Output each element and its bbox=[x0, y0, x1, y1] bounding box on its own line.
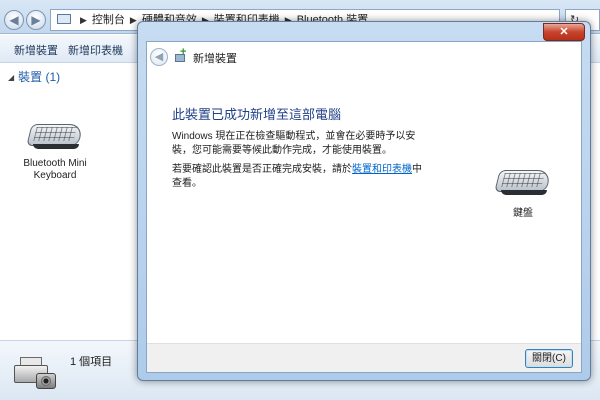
device-label: Bluetooth Mini Keyboard bbox=[23, 158, 87, 181]
dialog-footer: 關閉(C) bbox=[147, 343, 581, 372]
dialog-title: 新增裝置 bbox=[193, 53, 237, 65]
breadcrumb-separator-icon: ▶ bbox=[129, 15, 137, 25]
dialog-header: ◀ + 新增裝置 bbox=[147, 42, 581, 69]
group-header-label: 裝置 (1) bbox=[18, 70, 61, 84]
breadcrumb-separator-icon: ▶ bbox=[80, 15, 87, 25]
devices-group-header[interactable]: ◢ 裝置 (1) bbox=[8, 68, 60, 85]
printer-camera-icon bbox=[14, 353, 58, 395]
back-button[interactable]: ◀ bbox=[4, 10, 24, 30]
dialog-back-button[interactable]: ◀ bbox=[150, 48, 168, 66]
keyboard-icon bbox=[494, 164, 552, 200]
collapse-triangle-icon: ◢ bbox=[8, 73, 15, 82]
close-button[interactable]: 關閉(C) bbox=[525, 349, 573, 368]
add-printer-button[interactable]: 新增印表機 bbox=[68, 42, 123, 58]
verify-text: 若要確認此裝置是否正確完成安裝，請於裝置和印表機中查看。 bbox=[172, 163, 424, 191]
dialog-content: ◀ + 新增裝置 此裝置已成功新增至這部電腦 Windows 現在正在檢查驅動程… bbox=[146, 41, 582, 373]
verify-text-prefix: 若要確認此裝置是否正確完成安裝，請於 bbox=[172, 164, 352, 175]
keyboard-icon bbox=[26, 118, 84, 154]
added-device-label: 鍵盤 bbox=[513, 208, 533, 219]
item-count: 1 個項目 bbox=[70, 356, 113, 368]
success-heading: 此裝置已成功新增至這部電腦 bbox=[172, 107, 342, 122]
add-device-icon: + bbox=[174, 46, 188, 63]
forward-arrow-icon: ▶ bbox=[31, 13, 41, 27]
device-item-bluetooth-keyboard[interactable]: Bluetooth Mini Keyboard bbox=[12, 118, 98, 182]
breadcrumb-item[interactable]: 控制台 bbox=[92, 14, 125, 26]
back-arrow-icon: ◀ bbox=[154, 51, 164, 63]
added-device: 鍵盤 bbox=[491, 164, 555, 219]
add-device-dialog: ✕ ◀ + 新增裝置 此裝置已成功新增至這部電腦 Windows 現在正在檢查驅… bbox=[137, 21, 591, 381]
driver-info-text: Windows 現在正在檢查驅動程式，並會在必要時予以安裝，您可能需要等候此動作… bbox=[172, 131, 416, 156]
forward-button[interactable]: ▶ bbox=[26, 10, 46, 30]
computer-icon bbox=[57, 14, 71, 24]
close-icon: ✕ bbox=[559, 26, 569, 38]
dialog-close-x-button[interactable]: ✕ bbox=[543, 23, 585, 41]
back-arrow-icon: ◀ bbox=[9, 13, 19, 27]
add-device-button[interactable]: 新增裝置 bbox=[14, 42, 58, 58]
devices-and-printers-link[interactable]: 裝置和印表機 bbox=[352, 164, 412, 175]
